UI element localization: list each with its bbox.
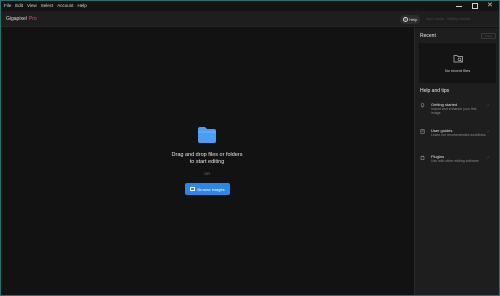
tip-user-guides[interactable]: User guides Learn our recommended workfl… [415,128,499,150]
folder-icon [198,127,216,143]
app-header: Gigapixel Pro ? Help Sync Laura · Getting… [1,11,499,27]
image-icon [190,187,196,191]
app-window: File Edit View Select Account Help ✕ Gig… [0,0,500,296]
window-controls: ✕ [451,1,499,11]
maximize-icon [472,3,478,9]
drop-line-2: to start editing [189,158,225,165]
menu-file[interactable]: File [1,1,13,11]
tip-description: Learn our recommended workflows [431,133,486,137]
tip-description: Import and enhance your first image [431,107,477,116]
no-recent-files: No recent files [444,68,471,73]
menu-view[interactable]: View [25,1,39,11]
tip-description: Use with other editing software [431,159,479,163]
folder-search-icon [453,55,463,63]
browse-images-label: Browse images [197,186,225,192]
external-link-icon: ↗ [486,155,490,160]
menu-bar: File Edit View Select Account Help ✕ [1,1,499,11]
book-icon [420,129,425,134]
edition-badge: Pro [28,16,37,22]
clear-recent-button[interactable]: Clear [481,33,496,39]
help-label: Help [409,16,418,22]
close-icon: ✕ [487,2,493,9]
external-link-icon: ↗ [486,129,490,134]
tip-getting-started[interactable]: Getting started Import and enhance your … [415,102,499,124]
side-panel: Recent Clear No recent files Help and ti… [414,28,499,295]
header-status: Sync Laura · Getting Started [426,16,471,21]
recent-title: Recent [420,33,436,39]
or-divider: OR [204,171,210,176]
close-button[interactable]: ✕ [483,1,499,11]
help-icon: ? [402,16,408,22]
help-tips-title: Help and tips [420,88,450,94]
recent-files-box: No recent files [419,43,496,83]
menu-select[interactable]: Select [39,1,56,11]
maximize-button[interactable] [467,1,483,11]
app-name: Gigapixel [6,16,27,22]
menu-edit[interactable]: Edit [13,1,25,11]
minimize-icon [456,6,462,7]
external-link-icon: ↗ [486,103,490,108]
minimize-button[interactable] [451,1,467,11]
browse-images-button[interactable]: Browse images [185,183,230,195]
menu-account[interactable]: Account [55,1,75,11]
drop-instructions: Drag and drop files or folders to start … [1,152,413,165]
drop-zone[interactable]: Drag and drop files or folders to start … [1,28,413,295]
help-button[interactable]: ? Help [400,14,420,24]
app-brand: Gigapixel Pro [6,16,37,22]
plugin-icon [420,155,425,160]
lightbulb-icon [420,103,425,108]
tip-plugins[interactable]: Plugins Use with other editing software … [415,154,499,176]
menu-help[interactable]: Help [76,1,89,11]
